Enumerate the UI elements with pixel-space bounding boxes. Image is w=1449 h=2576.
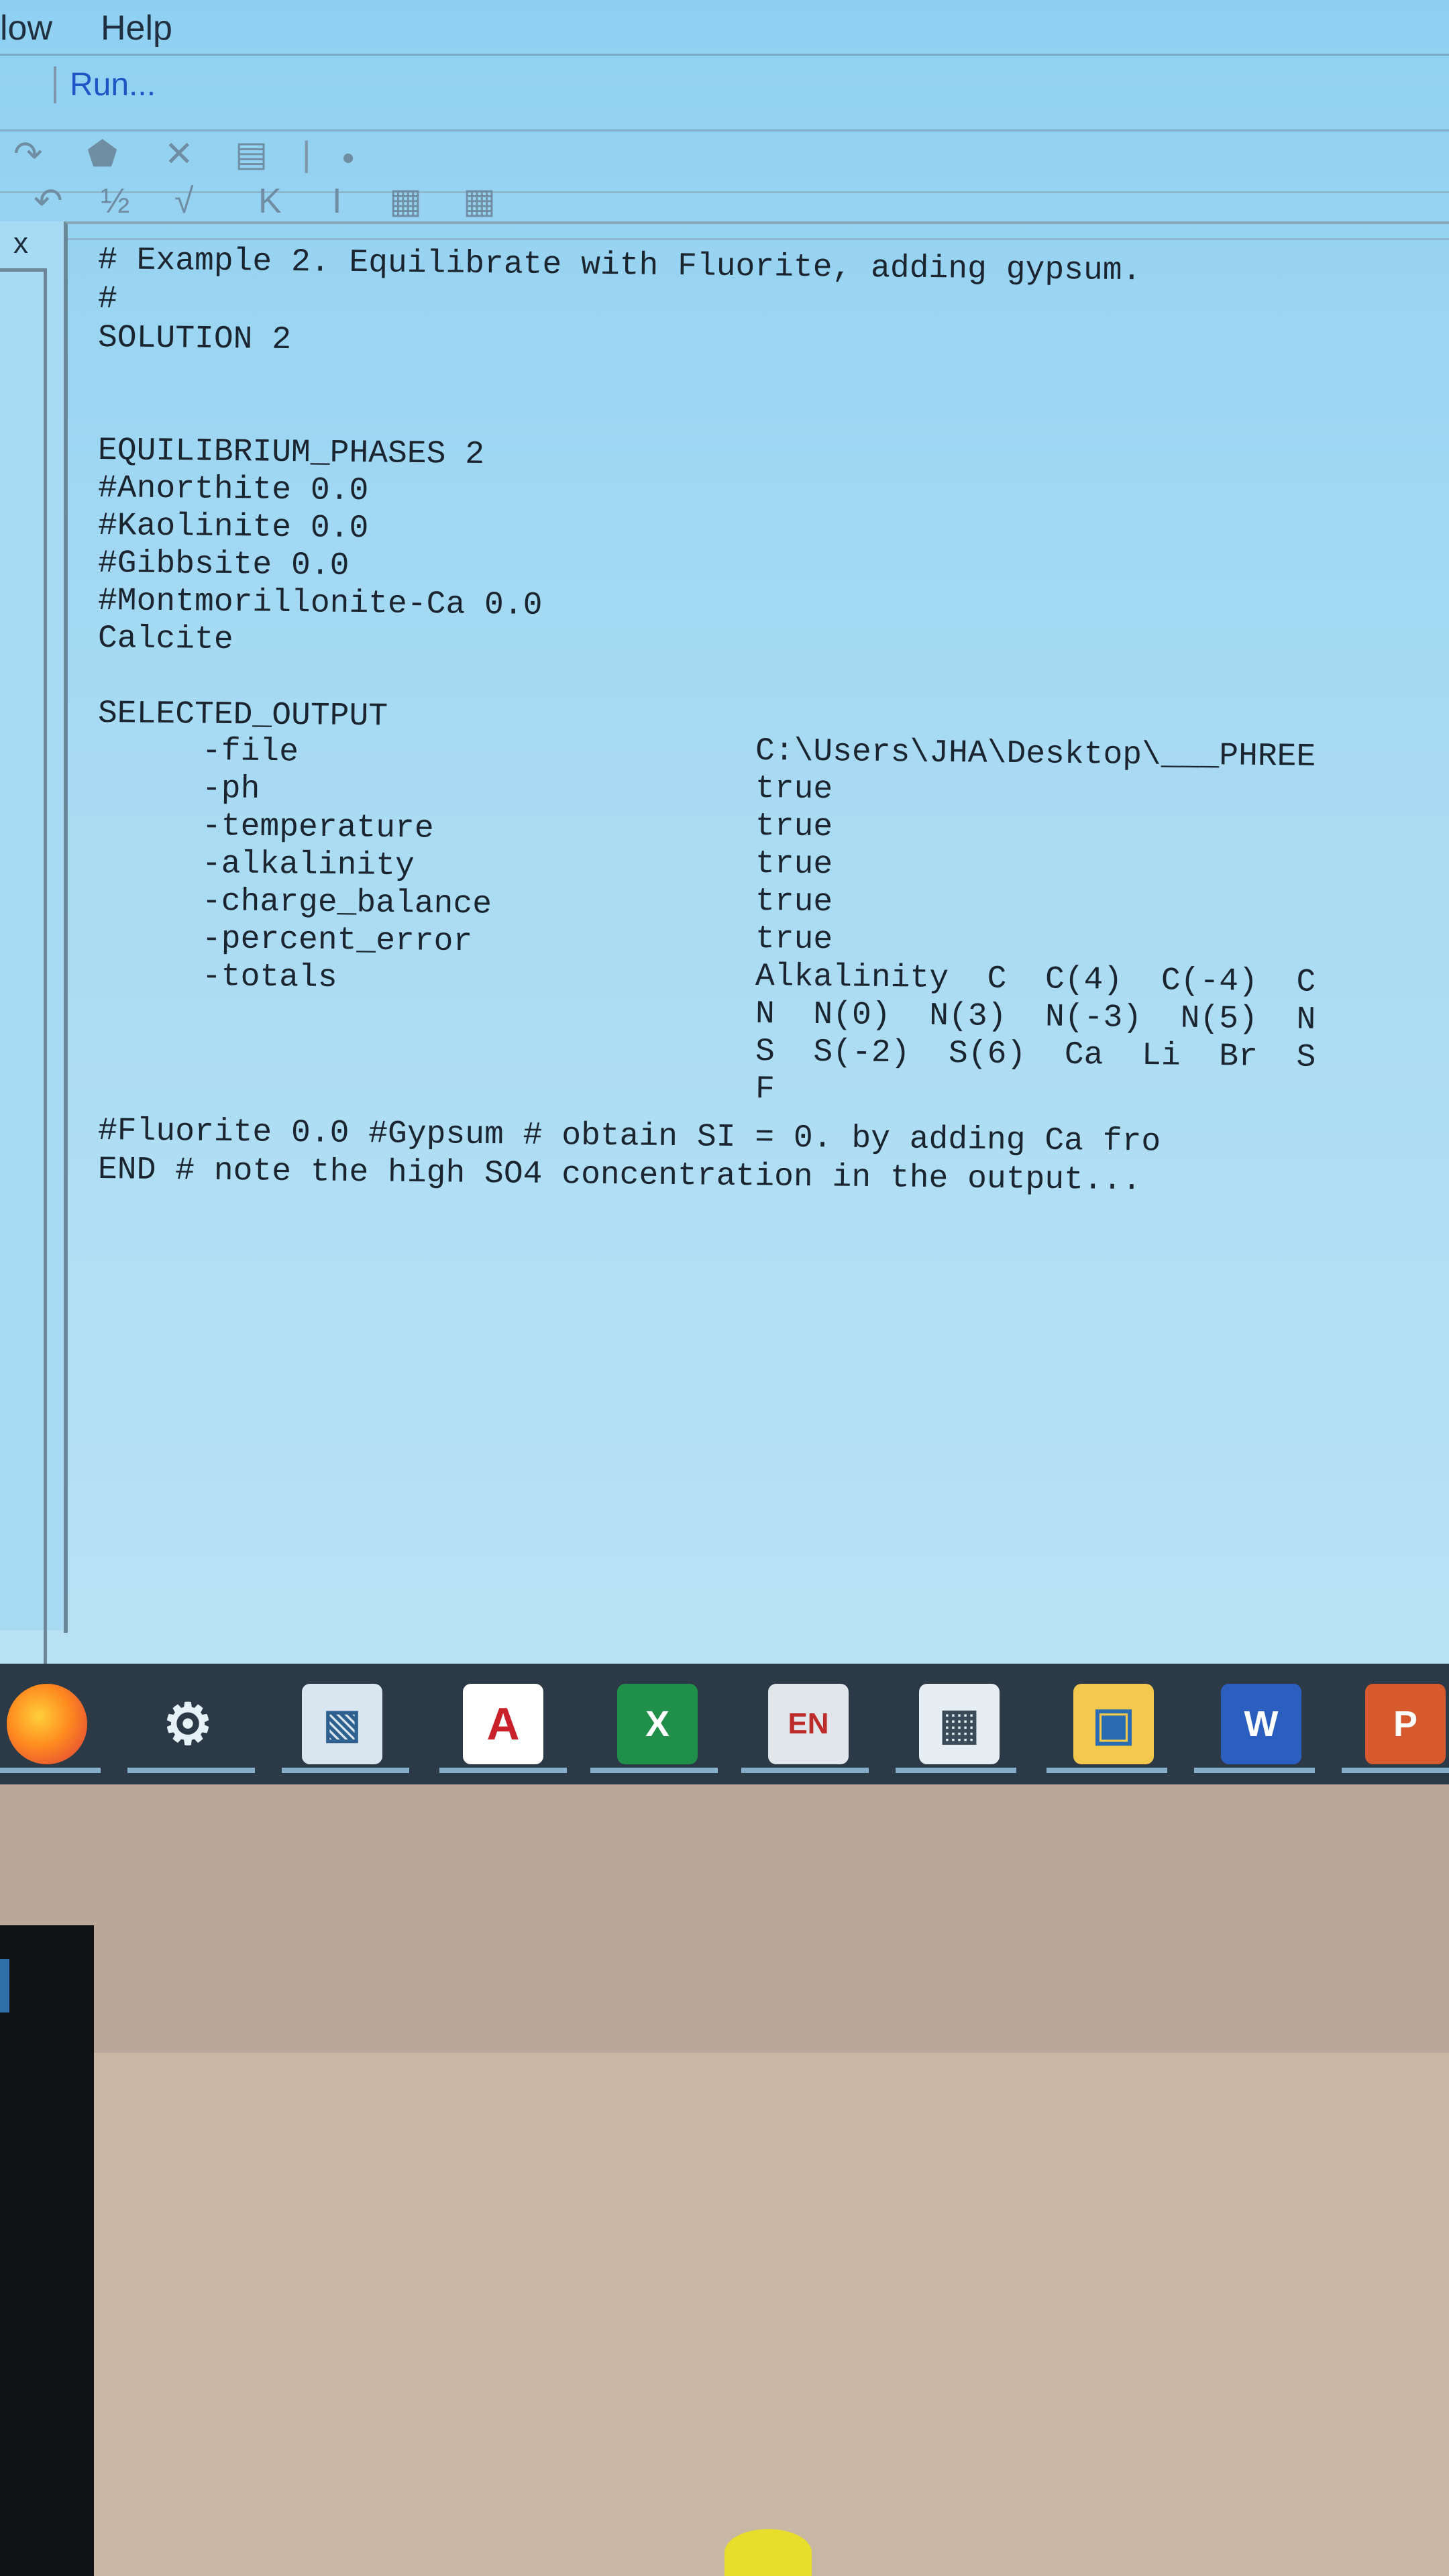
table-icon[interactable]: ▦ <box>389 184 422 219</box>
code-line: -alkalinity <box>201 846 415 885</box>
task-underline <box>439 1768 567 1773</box>
acrobat-icon[interactable]: A <box>463 1684 543 1764</box>
task-underline <box>1194 1768 1315 1773</box>
k-icon[interactable]: K <box>258 184 282 219</box>
gear-icon[interactable]: ⚙ <box>148 1684 228 1764</box>
code-value: true <box>755 771 833 808</box>
task-underline <box>0 1768 101 1773</box>
wall-area <box>0 1784 1449 2053</box>
task-underline <box>127 1768 255 1773</box>
code-value: C:\Users\JHA\Desktop\___PHREE <box>755 733 1316 775</box>
code-line: -totals <box>201 959 337 997</box>
code-value: true <box>755 921 833 959</box>
code-line: SELECTED_OUTPUT <box>97 696 388 735</box>
yellow-object <box>724 2529 812 2576</box>
folder-icon[interactable]: ▣ <box>1073 1684 1154 1764</box>
language-icon[interactable]: EN <box>768 1684 849 1764</box>
code-value: Alkalinity C C(4) C(-4) C <box>755 959 1316 1001</box>
close-icon[interactable]: x <box>13 227 28 260</box>
code-line: Calcite <box>97 621 233 659</box>
code-editor[interactable]: # Example 2. Equilibrate with Fluorite, … <box>64 221 1449 1633</box>
code-line: -temperature <box>201 808 434 847</box>
menu-item-help[interactable]: Help <box>101 8 172 48</box>
undo-icon[interactable]: ↶ <box>34 184 63 219</box>
run-toolbar: Run... <box>0 54 1449 131</box>
code-value: true <box>755 808 833 846</box>
task-underline <box>1342 1768 1449 1773</box>
run-button[interactable]: Run... <box>54 66 156 103</box>
code-line: # <box>97 281 118 318</box>
menu-item-window[interactable]: low <box>0 8 52 48</box>
format-icon[interactable]: ▤ <box>235 137 268 172</box>
code-line: END # note the high SO4 concentration in… <box>97 1152 1142 1199</box>
task-underline <box>1046 1768 1167 1773</box>
left-pane: x ▸ <box>0 221 68 1677</box>
task-underline <box>590 1768 718 1773</box>
code-value: S S(-2) S(6) Ca Li Br S <box>755 1034 1316 1076</box>
calculator-icon[interactable]: ▦ <box>919 1684 1000 1764</box>
menu-bar: low Help <box>0 0 1449 54</box>
excel-icon[interactable]: X <box>617 1684 698 1764</box>
fraction-icon[interactable]: ½ <box>101 184 129 219</box>
photos-icon[interactable]: ▧ <box>302 1684 382 1764</box>
task-underline <box>282 1768 409 1773</box>
code-value: F <box>755 1071 775 1108</box>
firefox-icon[interactable] <box>7 1684 87 1764</box>
task-underline <box>896 1768 1016 1773</box>
i-icon[interactable]: I <box>332 184 341 219</box>
code-line: # Example 2. Equilibrate with Fluorite, … <box>97 242 1142 290</box>
monitor-light <box>0 1959 9 2012</box>
left-pane-inner <box>0 268 47 1677</box>
sqrt-icon[interactable]: √ <box>174 184 194 219</box>
projected-screen: low Help Run... ↷ ⬟ ✕ ▤ | • ↶ ½ √ K I ▦ … <box>0 0 1449 1677</box>
redo-icon[interactable]: ↷ <box>13 137 43 172</box>
word-icon[interactable]: W <box>1221 1684 1301 1764</box>
code-value: true <box>755 846 833 883</box>
table2-icon[interactable]: ▦ <box>463 184 496 219</box>
separator-icon: | <box>302 135 311 174</box>
code-line: #Anorthite 0.0 <box>97 470 369 510</box>
code-line: -ph <box>201 771 260 808</box>
code-line: #Fluorite 0.0 #Gypsum # obtain SI = 0. b… <box>97 1113 1161 1161</box>
code-line: #Kaolinite 0.0 <box>97 508 369 547</box>
select-icon[interactable]: ⬟ <box>87 137 117 172</box>
code-line: EQUILIBRIUM_PHASES 2 <box>97 433 485 474</box>
task-underline <box>741 1768 869 1773</box>
code-line: #Gibbsite 0.0 <box>97 545 350 584</box>
code-line: -charge_balance <box>201 883 492 923</box>
powerpoint-icon[interactable]: P <box>1365 1684 1446 1764</box>
monitor-edge <box>0 1925 94 2576</box>
code-line: SOLUTION 2 <box>97 320 292 359</box>
code-value: N N(0) N(3) N(-3) N(5) N <box>755 996 1316 1038</box>
code-line: #Montmorillonite-Ca 0.0 <box>97 583 543 624</box>
bullet-icon[interactable]: • <box>342 141 354 176</box>
code-line: -file <box>201 733 299 771</box>
code-value: true <box>755 883 833 921</box>
taskbar: ⚙ ▧ A X EN ▦ ▣ W P <box>0 1664 1449 1784</box>
code-line: -percent_error <box>201 921 473 961</box>
delete-icon[interactable]: ✕ <box>164 137 194 172</box>
